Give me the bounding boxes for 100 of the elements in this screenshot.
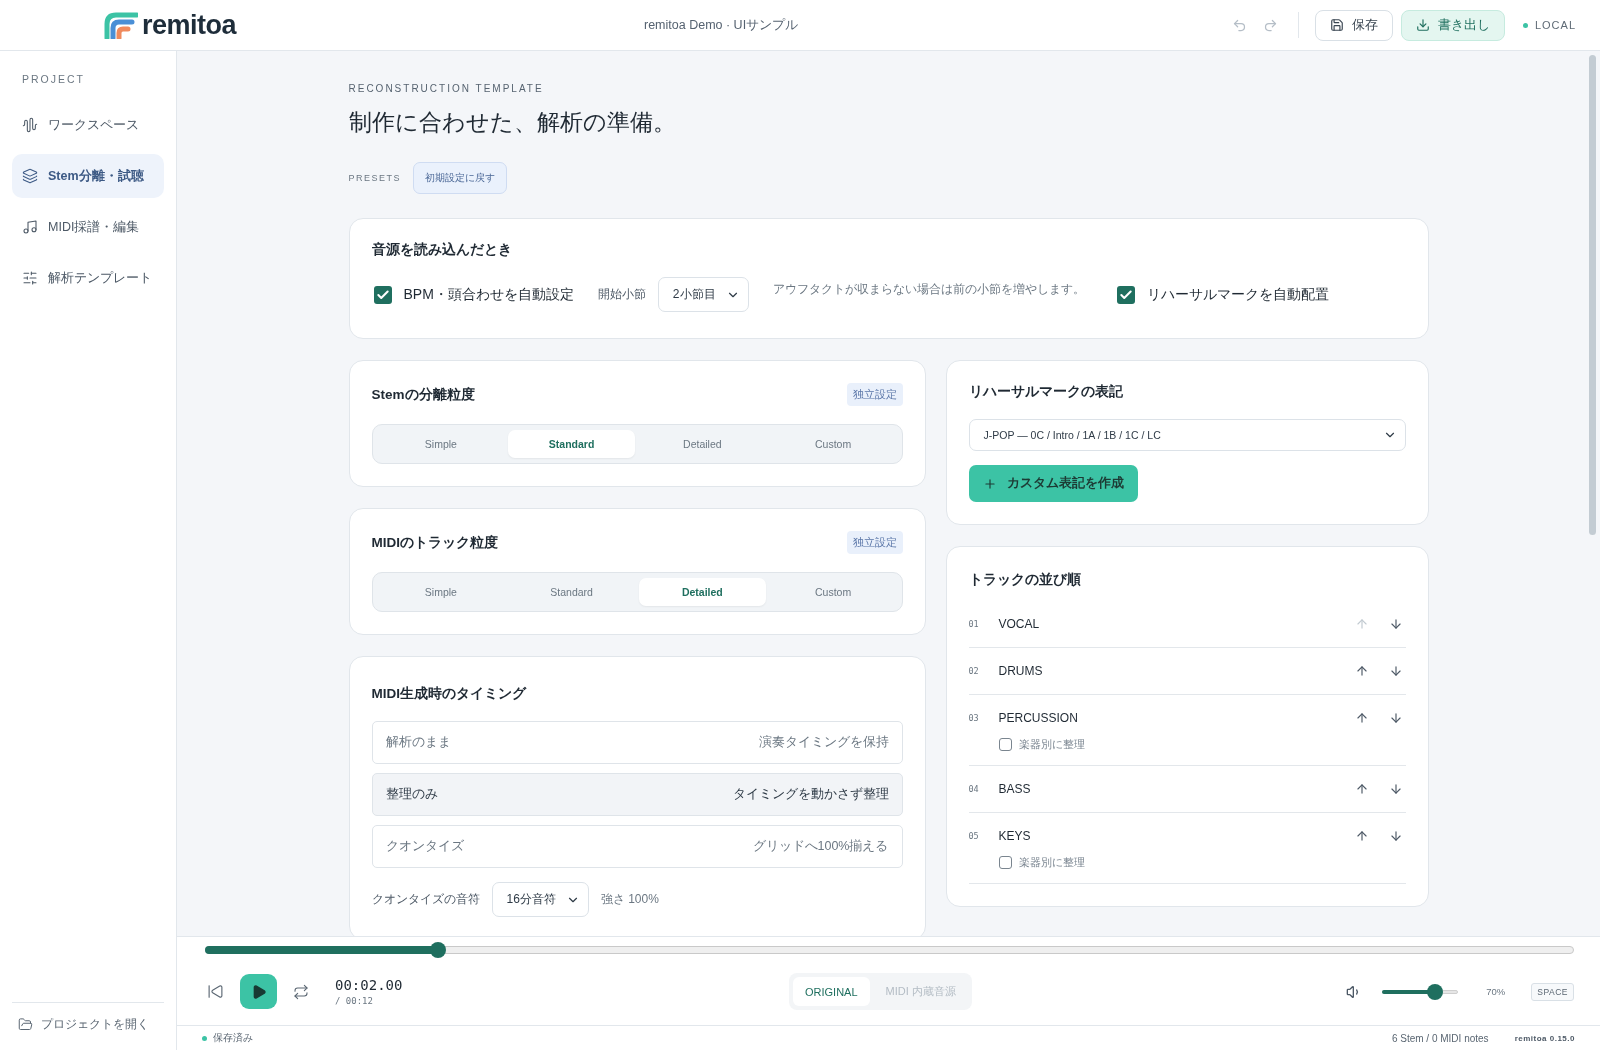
option-label: 整理のみ xyxy=(385,786,438,803)
arrow-up-icon xyxy=(1354,829,1369,843)
version-text: remitoa 0.15.0 xyxy=(1514,1033,1575,1043)
music-note-icon xyxy=(22,219,38,235)
option-description: 演奏タイミングを保持 xyxy=(758,734,889,751)
arrow-down-icon xyxy=(1388,782,1403,796)
checkbox-label: リハーサルマークを自動配置 xyxy=(1146,285,1329,304)
seek-bar[interactable] xyxy=(205,941,1574,959)
volume-reading: 70% xyxy=(1486,986,1506,997)
checkmark-icon xyxy=(1118,287,1133,302)
card-title: 音源を読み込んだとき xyxy=(371,241,512,259)
note-select[interactable]: 16分音符 xyxy=(491,882,589,917)
timing-option[interactable]: 整理のみ タイミングを動かさず整理 xyxy=(371,773,903,816)
scrollbar[interactable] xyxy=(1589,55,1596,535)
independent-badge: 独立設定 xyxy=(846,531,903,554)
layers-icon xyxy=(22,168,38,184)
arrow-down-icon xyxy=(1388,829,1403,843)
track-name: PERCUSSION xyxy=(998,711,1079,725)
plus-icon xyxy=(982,476,997,491)
timing-option[interactable]: クオンタイズ グリッドへ100%揃える xyxy=(371,825,903,868)
stats-text: 6 Stem / 0 MIDI notes xyxy=(1391,1032,1489,1044)
volume-thumb[interactable] xyxy=(1427,983,1444,1000)
track-number: 01 xyxy=(968,619,980,629)
folder-icon xyxy=(18,1017,33,1032)
checkbox[interactable] xyxy=(373,285,392,304)
segment-option[interactable]: Standard xyxy=(508,430,635,458)
connection-status: LOCAL xyxy=(1522,19,1576,31)
segment-option[interactable]: Simple xyxy=(377,578,505,606)
source-tab[interactable]: ORIGINAL xyxy=(793,977,870,1006)
save-button[interactable]: 保存 xyxy=(1314,9,1393,41)
sidebar-item[interactable]: ワークスペース xyxy=(12,103,164,147)
checkbox-label: BPM・頭合わせを自動設定 xyxy=(403,285,574,304)
segment-option[interactable]: Standard xyxy=(508,578,635,606)
shortcut-key: SPACE xyxy=(1531,982,1574,1001)
track-name: KEYS xyxy=(998,829,1032,843)
checkbox[interactable] xyxy=(998,738,1012,751)
checkbox[interactable] xyxy=(998,856,1012,869)
arrow-up-icon xyxy=(1354,711,1369,725)
repeat-icon xyxy=(293,983,309,1000)
track-number: 04 xyxy=(968,784,980,794)
hint-text: アウフタクトが収まらない場合は前の小節を増やします。 xyxy=(772,281,1085,298)
card-title: トラックの並び順 xyxy=(968,571,1081,589)
presets-label: PRESETS xyxy=(348,173,401,183)
eyebrow-label: RECONSTRUCTION TEMPLATE xyxy=(348,83,545,94)
arrow-up-icon xyxy=(1354,664,1369,678)
checkbox-label: 楽器別に整理 xyxy=(1018,737,1085,752)
redo-icon xyxy=(1262,17,1278,33)
arrow-down-icon xyxy=(1388,664,1403,678)
undo-icon xyxy=(1231,17,1247,33)
play-button[interactable] xyxy=(240,974,277,1009)
track-number: 03 xyxy=(968,713,980,723)
seek-thumb[interactable] xyxy=(429,942,446,958)
sliders-icon xyxy=(22,270,38,286)
duration: / 00:12 xyxy=(335,996,374,1006)
save-status: 保存済み xyxy=(202,1031,253,1045)
current-time: 00:02.00 xyxy=(335,977,404,993)
field-label: クオンタイズの音符 xyxy=(371,891,480,908)
track-name: DRUMS xyxy=(998,664,1044,678)
segment-option[interactable]: Custom xyxy=(769,430,897,458)
project-title: remitoa Demo · UIサンプル xyxy=(644,16,800,34)
open-project-button[interactable]: プロジェクトを開く xyxy=(12,1013,155,1036)
option-description: タイミングを動かさず整理 xyxy=(732,786,889,803)
independent-badge: 独立設定 xyxy=(846,383,903,406)
card-title: MIDIのトラック粒度 xyxy=(371,533,498,552)
segment-option[interactable]: Custom xyxy=(769,578,897,606)
start-bar-select[interactable]: 2小節目 xyxy=(657,277,749,312)
notation-select[interactable]: J-POP — 0C / Intro / 1A / 1B / 1C / LC xyxy=(968,419,1406,451)
sidebar-item[interactable]: 解析テンプレート xyxy=(12,256,164,300)
reset-button[interactable]: 初期設定に戻す xyxy=(413,162,507,194)
card-title: リハーサルマークの表記 xyxy=(968,383,1123,401)
create-custom-button[interactable]: カスタム表記を作成 xyxy=(968,465,1138,502)
track-name: BASS xyxy=(998,782,1032,796)
card-title: MIDI生成時のタイミング xyxy=(371,685,526,703)
download-icon xyxy=(1415,18,1430,32)
segment-option[interactable]: Simple xyxy=(377,430,505,458)
volume-slider[interactable] xyxy=(1382,982,1459,1001)
track-number: 05 xyxy=(968,831,980,841)
segment-option[interactable]: Detailed xyxy=(639,430,766,458)
strength-text: 強さ 100% xyxy=(600,891,659,908)
page-title: 制作に合わせた、解析の準備。 xyxy=(348,108,677,137)
brand-name: remitoa xyxy=(142,9,237,41)
checkbox-label: 楽器別に整理 xyxy=(1018,855,1085,870)
segment-option[interactable]: Detailed xyxy=(639,578,766,606)
section-label: PROJECT xyxy=(21,73,86,85)
arrow-up-icon xyxy=(1354,782,1369,796)
arrow-down-icon xyxy=(1388,711,1403,725)
waveform-icon xyxy=(22,117,38,133)
checkmark-icon xyxy=(375,287,390,302)
sidebar-item[interactable]: MIDI採譜・編集 xyxy=(12,205,164,249)
option-label: クオンタイズ xyxy=(385,838,464,855)
track-number: 02 xyxy=(968,666,980,676)
option-label: 解析のまま xyxy=(385,734,451,751)
logo-icon xyxy=(104,11,138,39)
card-title: Stemの分離粒度 xyxy=(371,385,475,404)
timing-option[interactable]: 解析のまま 演奏タイミングを保持 xyxy=(371,721,903,764)
export-button[interactable]: 書き出し xyxy=(1400,9,1505,41)
sidebar-item[interactable]: Stem分離・試聴 xyxy=(12,154,164,198)
checkbox[interactable] xyxy=(1116,285,1135,304)
skip-back-icon xyxy=(207,983,224,1000)
option-description: グリッドへ100%揃える xyxy=(752,838,889,855)
